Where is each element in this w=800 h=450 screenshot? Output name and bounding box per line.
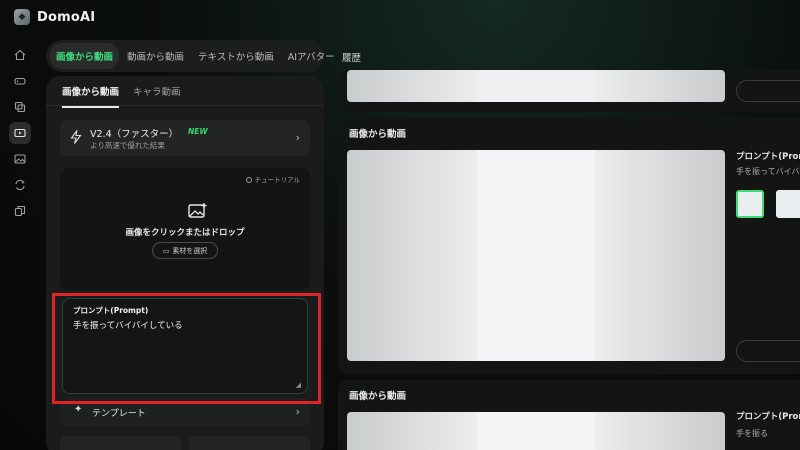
prompt-label: プロンプト(Prom bbox=[736, 412, 800, 422]
select-material-button[interactable]: ▭ 素材を選択 bbox=[152, 242, 218, 259]
prompt-text: 手を振る bbox=[736, 429, 768, 438]
prompt-label: プロンプト(Prom bbox=[736, 152, 800, 162]
copy-icon[interactable] bbox=[9, 200, 31, 222]
gamepad-icon: ▭ bbox=[162, 246, 170, 255]
layers-icon[interactable] bbox=[9, 96, 31, 118]
prompt-text: 手を振ってバイバ bbox=[736, 167, 800, 176]
video-thumbnail[interactable] bbox=[347, 150, 725, 361]
video-icon[interactable] bbox=[9, 122, 31, 144]
card-title: 画像から動画 bbox=[349, 129, 407, 140]
bolt-icon bbox=[70, 130, 82, 144]
action-button[interactable] bbox=[736, 80, 800, 102]
thumbnail-image bbox=[477, 150, 595, 361]
sparkle-icon: ✦ bbox=[74, 404, 83, 415]
image-icon[interactable] bbox=[9, 148, 31, 170]
tab-video-to-video[interactable]: 動画から動画 bbox=[121, 43, 190, 69]
reference-thumbnail[interactable] bbox=[736, 190, 764, 218]
repeat-icon[interactable] bbox=[9, 174, 31, 196]
option-cards bbox=[60, 436, 310, 450]
action-button[interactable] bbox=[736, 340, 800, 362]
thumbnail-image bbox=[477, 412, 595, 450]
tab-image-to-video[interactable]: 画像から動画 bbox=[50, 43, 120, 69]
thumbnail-image bbox=[477, 70, 595, 102]
chevron-right-icon: › bbox=[295, 405, 300, 418]
sidebar bbox=[0, 44, 40, 234]
mode-tabs: 画像から動画 動画から動画 テキストから動画 AIアバター bbox=[46, 40, 335, 72]
top-bar: ◆ DomoAI bbox=[0, 0, 800, 34]
model-name: V2.4（ファスター） bbox=[90, 129, 179, 140]
history-card: 画像から動画 プロンプト(Prom 手を振る bbox=[338, 380, 800, 450]
option-card[interactable] bbox=[60, 436, 181, 450]
reference-thumbnail[interactable] bbox=[776, 190, 800, 218]
new-badge: NEW bbox=[188, 127, 208, 136]
option-card[interactable] bbox=[189, 436, 310, 450]
card-title: 画像から動画 bbox=[349, 391, 407, 402]
app-window: ◆ DomoAI 画像から動画 動画から動画 テキストから動画 AIアバター 画… bbox=[0, 0, 800, 450]
video-thumbnail[interactable] bbox=[347, 70, 725, 102]
divider bbox=[46, 105, 324, 106]
upload-instruction: 画像をクリックまたはドロップ bbox=[125, 228, 245, 238]
tutorial-label: チュートリアル bbox=[254, 176, 300, 184]
help-icon bbox=[245, 177, 252, 183]
chevron-right-icon: › bbox=[295, 131, 300, 144]
template-label: テンプレート bbox=[92, 409, 146, 419]
image-upload-icon bbox=[188, 203, 207, 218]
history-card: 画像から動画 プロンプト(Prom 手を振ってバイバ bbox=[338, 118, 800, 374]
tab-text-to-video[interactable]: テキストから動画 bbox=[192, 43, 280, 69]
brand-name[interactable]: DomoAI bbox=[37, 10, 95, 25]
history-card bbox=[338, 70, 800, 112]
select-material-label: 素材を選択 bbox=[172, 246, 208, 255]
image-upload-area[interactable]: チュートリアル 画像をクリックまたはドロップ ▭ 素材を選択 bbox=[60, 168, 310, 290]
gamepad-icon[interactable] bbox=[9, 70, 31, 92]
tab-ai-avatar[interactable]: AIアバター bbox=[282, 43, 341, 69]
model-description: より高速で優れた結果 bbox=[90, 141, 165, 150]
prompt-highlight-box bbox=[52, 293, 321, 404]
model-selector[interactable]: V2.4（ファスター） NEW より高速で優れた結果 › bbox=[60, 120, 310, 156]
logo-icon[interactable]: ◆ bbox=[14, 9, 30, 25]
video-thumbnail[interactable] bbox=[347, 412, 725, 450]
tutorial-link[interactable]: チュートリアル bbox=[245, 174, 300, 184]
home-icon[interactable] bbox=[9, 44, 31, 66]
history-title: 履歴 bbox=[342, 53, 362, 64]
